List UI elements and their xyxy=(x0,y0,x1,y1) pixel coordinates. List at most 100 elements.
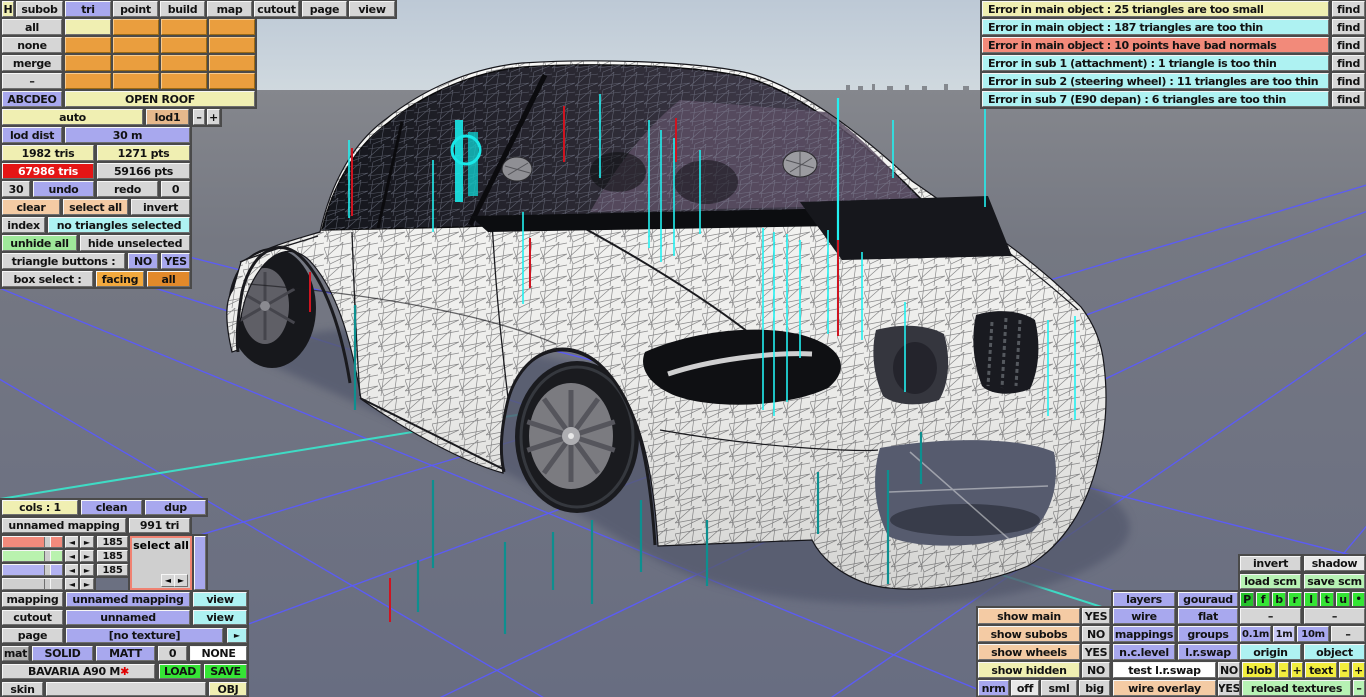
tab-build[interactable]: build xyxy=(158,0,207,19)
mat-zero-button[interactable]: 0 xyxy=(156,644,189,663)
object-button[interactable]: object xyxy=(1302,642,1366,662)
text-minus-button[interactable]: – xyxy=(1337,660,1352,680)
model-name[interactable]: BAVARIA A90 M ✱ xyxy=(0,662,157,681)
grid-10m-button[interactable]: 10m xyxy=(1295,624,1331,644)
page-next-button[interactable]: ► xyxy=(225,626,249,645)
blue-decrement-button[interactable]: ◄ xyxy=(63,562,81,578)
blob-button[interactable]: blob xyxy=(1240,660,1278,680)
nrm-sml-button[interactable]: sml xyxy=(1039,678,1079,697)
cutout-view-button[interactable]: view xyxy=(191,608,249,627)
clean-button[interactable]: clean xyxy=(79,498,144,517)
wire-button[interactable]: wire xyxy=(1111,606,1177,626)
wire-overlay-toggle[interactable]: YES xyxy=(1216,678,1242,697)
find-button[interactable]: find xyxy=(1330,0,1366,19)
layer-toggle-f[interactable]: f xyxy=(1254,590,1272,609)
subob-merge-button[interactable]: merge xyxy=(0,53,64,73)
find-button[interactable]: find xyxy=(1330,71,1366,91)
layer-toggle-t[interactable]: t xyxy=(1318,590,1336,609)
lod-grid-cell[interactable] xyxy=(159,35,209,55)
show-subobs-label[interactable]: show subobs xyxy=(976,624,1082,644)
blue-increment-button[interactable]: ► xyxy=(78,562,96,578)
triangle-buttons-yes[interactable]: YES xyxy=(159,251,192,271)
abcdeo-button[interactable]: ABCDEO xyxy=(0,89,64,109)
obj-button[interactable]: OBJ xyxy=(207,680,249,697)
dup-button[interactable]: dup xyxy=(143,498,208,517)
tab-map[interactable]: map xyxy=(205,0,254,19)
nrm-big-button[interactable]: big xyxy=(1077,678,1112,697)
groups-button[interactable]: groups xyxy=(1176,624,1240,644)
subob-dash-button[interactable]: – xyxy=(0,71,64,91)
slider-red[interactable] xyxy=(0,534,65,550)
box-select-all[interactable]: all xyxy=(145,269,192,289)
shadow-button[interactable]: shadow xyxy=(1302,554,1366,573)
text-plus-button[interactable]: + xyxy=(1350,660,1366,680)
skin-name-field[interactable] xyxy=(44,680,208,697)
mapping-row-value[interactable]: unnamed mapping xyxy=(64,590,192,609)
show-main-toggle[interactable]: YES xyxy=(1080,606,1112,626)
subob-none-button[interactable]: none xyxy=(0,35,64,55)
error-row[interactable]: Error in main object : 187 triangles are… xyxy=(980,17,1331,37)
reload-minus-button[interactable]: – xyxy=(1351,678,1366,697)
lod-grid-cell[interactable] xyxy=(159,53,209,73)
reload-textures-button[interactable]: reload textures xyxy=(1240,678,1353,697)
lod-grid-cell[interactable] xyxy=(159,17,209,37)
dash-button[interactable]: – xyxy=(1329,624,1366,644)
layer-toggle-dot[interactable]: • xyxy=(1350,590,1366,609)
tab-view[interactable]: view xyxy=(347,0,397,19)
save-button[interactable]: SAVE xyxy=(202,662,249,681)
skin-button[interactable]: skin xyxy=(0,680,45,697)
triangle-buttons-no[interactable]: NO xyxy=(126,251,160,271)
redo-button[interactable]: redo xyxy=(95,179,160,199)
lod-grid-cell[interactable] xyxy=(111,71,161,91)
mat-none-button[interactable]: NONE xyxy=(188,644,249,663)
mat-label[interactable]: mat xyxy=(0,644,31,663)
lod-dist-label[interactable]: lod dist xyxy=(0,125,64,145)
lod-grid-cell[interactable] xyxy=(207,71,257,91)
page-texture-value[interactable]: [no texture] xyxy=(64,626,225,645)
mapping-name[interactable]: unnamed mapping xyxy=(0,516,128,535)
error-row[interactable]: Error in main object : 25 triangles are … xyxy=(980,0,1331,19)
cutout-row-label[interactable]: cutout xyxy=(0,608,65,627)
show-hidden-toggle[interactable]: NO xyxy=(1080,660,1112,680)
slider-green[interactable] xyxy=(0,548,65,564)
grid-01m-button[interactable]: 0.1m xyxy=(1238,624,1273,644)
lod-grid-cell[interactable] xyxy=(111,53,161,73)
select-all-button[interactable]: select all xyxy=(61,197,130,217)
mapping-view-button[interactable]: view xyxy=(191,590,249,609)
dash-button[interactable]: – xyxy=(1238,606,1303,626)
layer-toggle-l[interactable]: l xyxy=(1302,590,1320,609)
unhide-all-button[interactable]: unhide all xyxy=(0,233,79,253)
nrm-off-button[interactable]: off xyxy=(1009,678,1041,697)
tab-subob[interactable]: subob xyxy=(14,0,65,19)
error-row[interactable]: Error in sub 2 (steering wheel) : 11 tri… xyxy=(980,71,1331,91)
slider-blue[interactable] xyxy=(0,562,65,578)
undo-button[interactable]: undo xyxy=(31,179,96,199)
lod-grid-cell[interactable] xyxy=(111,35,161,55)
layer-toggle-u[interactable]: u xyxy=(1334,590,1352,609)
find-button[interactable]: find xyxy=(1330,17,1366,37)
lod-plus-button[interactable]: + xyxy=(205,107,222,127)
tab-page[interactable]: page xyxy=(300,0,349,19)
page-row-label[interactable]: page xyxy=(0,626,65,645)
invert-button[interactable]: invert xyxy=(1238,554,1303,573)
layer-toggle-b[interactable]: b xyxy=(1270,590,1288,609)
error-row[interactable]: Error in sub 1 (attachment) : 1 triangle… xyxy=(980,53,1331,73)
green-decrement-button[interactable]: ◄ xyxy=(63,548,81,564)
gouraud-button[interactable]: gouraud xyxy=(1176,590,1240,609)
lod-grid-cell[interactable] xyxy=(207,35,257,55)
save-scm-button[interactable]: save scm xyxy=(1302,572,1366,591)
load-button[interactable]: LOAD xyxy=(157,662,203,681)
layer-toggle-p[interactable]: P xyxy=(1238,590,1256,609)
error-row[interactable]: Error in sub 7 (E90 depan) : 6 triangles… xyxy=(980,89,1331,109)
next-arrow-button[interactable]: ► xyxy=(174,574,188,587)
open-roof-button[interactable]: OPEN ROOF xyxy=(63,89,257,109)
blob-minus-button[interactable]: – xyxy=(1276,660,1291,680)
wire-overlay-label[interactable]: wire overlay xyxy=(1111,678,1218,697)
mappings-button[interactable]: mappings xyxy=(1111,624,1177,644)
find-button[interactable]: find xyxy=(1330,35,1366,55)
show-hidden-label[interactable]: show hidden xyxy=(976,660,1082,680)
mat-matt-button[interactable]: MATT xyxy=(94,644,157,663)
lod-grid-cell[interactable] xyxy=(207,53,257,73)
lod-grid-cell[interactable] xyxy=(111,17,161,37)
clear-button[interactable]: clear xyxy=(0,197,62,217)
